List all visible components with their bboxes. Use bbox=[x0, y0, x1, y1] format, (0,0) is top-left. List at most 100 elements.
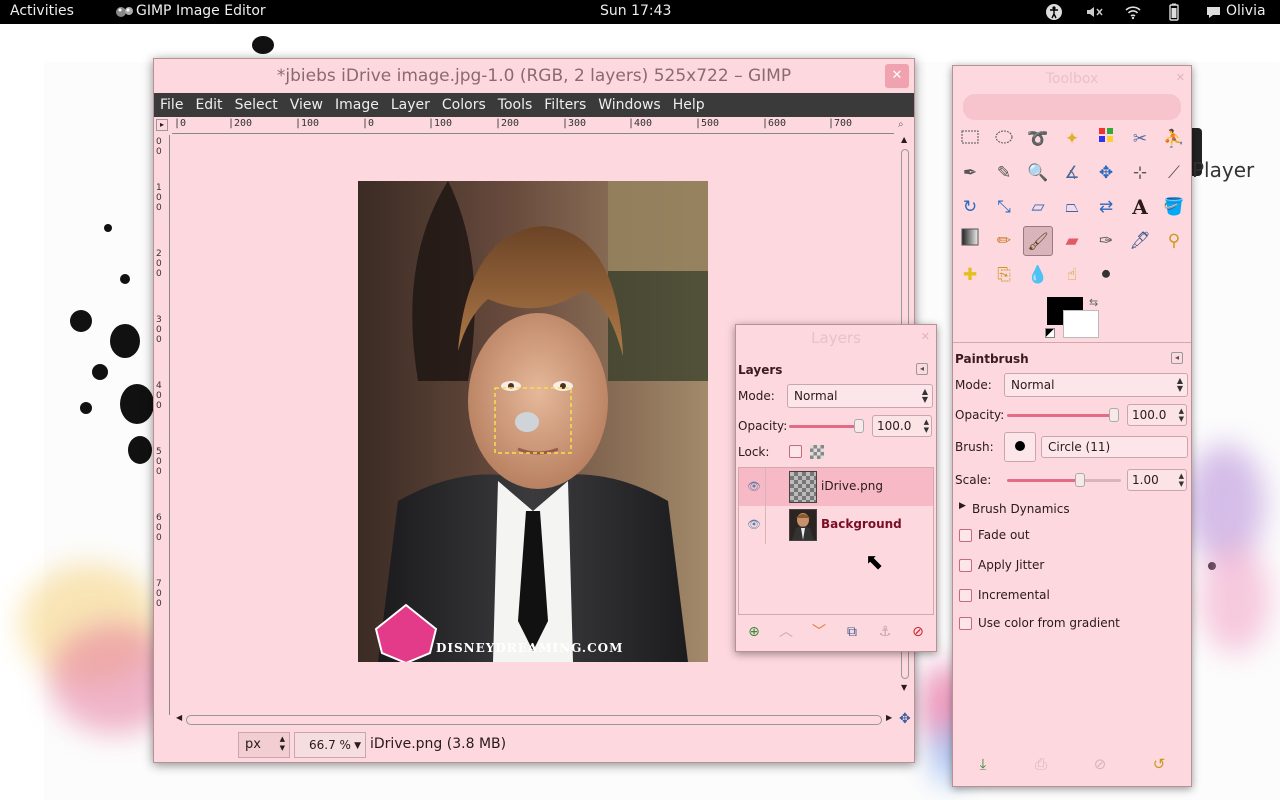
app-menu-title[interactable]: GIMP Image Editor bbox=[136, 3, 266, 19]
restore-options-icon[interactable]: ⎙ bbox=[1031, 754, 1051, 774]
incremental-label[interactable]: Incremental bbox=[978, 588, 1050, 602]
toolbox-title[interactable]: Toolbox bbox=[953, 66, 1191, 90]
gradient-color-label[interactable]: Use color from gradient bbox=[978, 616, 1120, 630]
menu-view[interactable]: View bbox=[284, 93, 329, 117]
clone-icon[interactable]: ⚲ bbox=[1159, 226, 1189, 256]
menu-help[interactable]: Help bbox=[667, 93, 711, 117]
menu-filters[interactable]: Filters bbox=[538, 93, 592, 117]
flip-icon[interactable]: ⇄ bbox=[1091, 192, 1121, 222]
horizontal-scrollbar[interactable]: ◀ ▶ bbox=[174, 713, 894, 725]
layers-dock[interactable]: Layers ✕ Layers ◂ Mode: Normal ▲ ▼ Opacity… bbox=[735, 324, 937, 652]
ellipse-select-icon[interactable] bbox=[989, 124, 1019, 154]
scissors-icon[interactable]: ✂ bbox=[1125, 124, 1155, 154]
brush-preview[interactable] bbox=[1004, 432, 1036, 462]
panel-menu-icon[interactable]: ◂ bbox=[916, 363, 928, 375]
scale-slider[interactable] bbox=[1007, 479, 1081, 482]
raise-layer-icon[interactable]: ︿ bbox=[776, 622, 796, 642]
layer-mode-combo[interactable]: Normal ▲ ▼ bbox=[787, 384, 933, 408]
menu-colors[interactable]: Colors bbox=[436, 93, 492, 117]
move-icon[interactable]: ✥ bbox=[1091, 158, 1121, 188]
fade-out-label[interactable]: Fade out bbox=[978, 528, 1030, 542]
scale-slider-knob[interactable] bbox=[1075, 473, 1085, 487]
measure-icon[interactable]: ∡ bbox=[1057, 158, 1087, 188]
horizontal-ruler[interactable]: |0 |200 |100 |0 |100 |200 |300 |400 |500… bbox=[172, 118, 894, 134]
heal-icon[interactable]: ✚ bbox=[955, 260, 985, 290]
zoom-selector[interactable]: 66.7 % ▼ bbox=[294, 732, 366, 758]
perspective-clone-icon[interactable]: ⎘ bbox=[989, 260, 1019, 290]
brush-opacity-slider[interactable] bbox=[1007, 414, 1115, 417]
opacity-slider[interactable] bbox=[789, 425, 863, 428]
paths-icon[interactable]: ✒ bbox=[955, 158, 985, 188]
brush-opacity-knob[interactable] bbox=[1109, 408, 1119, 422]
menu-layer[interactable]: Layer bbox=[385, 93, 436, 117]
scale-spin[interactable]: 1.00 ▲ ▼ bbox=[1127, 469, 1187, 491]
fuzzy-select-icon[interactable]: ✦ bbox=[1057, 124, 1087, 154]
pencil-icon[interactable]: ✏ bbox=[989, 226, 1019, 256]
swap-colors-icon[interactable]: ⇆ bbox=[1089, 296, 1098, 309]
close-icon[interactable]: ✕ bbox=[885, 64, 909, 88]
incremental-checkbox[interactable] bbox=[959, 589, 972, 602]
menu-file[interactable]: File bbox=[154, 93, 189, 117]
save-options-icon[interactable]: ⤓ bbox=[973, 754, 993, 774]
brush-name-field[interactable]: Circle (11) bbox=[1041, 436, 1188, 458]
text-icon[interactable]: A bbox=[1125, 192, 1155, 222]
volume-muted-icon[interactable] bbox=[1084, 2, 1104, 22]
opacity-spin[interactable]: 100.0 ▲ ▼ bbox=[872, 415, 932, 437]
menu-select[interactable]: Select bbox=[229, 93, 284, 117]
close-icon[interactable]: ✕ bbox=[921, 330, 930, 343]
activities-button[interactable]: Activities bbox=[10, 3, 74, 19]
scale-icon[interactable]: ⤡ bbox=[989, 192, 1019, 222]
fade-out-checkbox[interactable] bbox=[959, 529, 972, 542]
new-layer-icon[interactable]: ⊕ bbox=[744, 622, 764, 642]
user-menu[interactable]: Olivia bbox=[1226, 3, 1266, 19]
layers-dock-title[interactable]: Layers bbox=[736, 325, 936, 349]
anchor-layer-icon[interactable]: ⚓ bbox=[875, 622, 895, 642]
blend-icon[interactable] bbox=[955, 226, 985, 256]
rotate-icon[interactable]: ↻ bbox=[955, 192, 985, 222]
gradient-color-checkbox[interactable] bbox=[959, 617, 972, 630]
lock-pixels-checkbox[interactable] bbox=[789, 445, 802, 458]
expander-arrow-icon[interactable]: ▶ bbox=[959, 501, 966, 511]
apply-jitter-label[interactable]: Apply Jitter bbox=[978, 558, 1044, 572]
lock-alpha-icon[interactable] bbox=[810, 445, 824, 459]
default-colors-icon[interactable] bbox=[1045, 328, 1055, 338]
layer-name[interactable]: Background bbox=[821, 517, 902, 531]
accessibility-icon[interactable] bbox=[1044, 2, 1064, 22]
layer-row-idrive[interactable]: 👁 iDrive.png bbox=[739, 468, 933, 506]
foreground-select-icon[interactable]: ⛹ bbox=[1159, 124, 1189, 154]
lower-layer-icon[interactable]: ﹀ bbox=[809, 622, 829, 642]
align-icon[interactable]: ⊹ bbox=[1125, 158, 1155, 188]
unit-selector[interactable]: px ▲ ▼ bbox=[238, 732, 290, 758]
clock[interactable]: Sun 17:43 bbox=[600, 3, 671, 19]
battery-icon[interactable] bbox=[1164, 2, 1184, 22]
dodge-burn-icon[interactable]: ⚫ bbox=[1091, 260, 1121, 290]
quick-mask-toggle[interactable]: ▸ bbox=[156, 119, 168, 131]
bucket-fill-icon[interactable]: 🪣 bbox=[1159, 192, 1189, 222]
menu-tools[interactable]: Tools bbox=[492, 93, 539, 117]
blur-icon[interactable]: 💧 bbox=[1023, 260, 1053, 290]
wifi-icon[interactable] bbox=[1123, 2, 1143, 22]
menu-image[interactable]: Image bbox=[329, 93, 385, 117]
toolbox-window[interactable]: Toolbox ✕ ➰ ✦ ✂ ⛹ ✒ ✎ 🔍 ∡ ✥ ⊹ ⟋ ↻ ⤡ ▱ ⏢ … bbox=[952, 65, 1192, 787]
color-select-icon[interactable] bbox=[1091, 124, 1121, 154]
opacity-slider-knob[interactable] bbox=[854, 419, 864, 433]
menu-edit[interactable]: Edit bbox=[189, 93, 228, 117]
close-icon[interactable]: ✕ bbox=[1176, 71, 1185, 84]
photo-portrait[interactable]: DISNEYDREAMING.COM bbox=[358, 181, 708, 662]
layer-row-background[interactable]: 👁 Background bbox=[739, 506, 933, 544]
reset-options-icon[interactable]: ↺ bbox=[1149, 754, 1169, 774]
navigate-icon[interactable]: ✥ bbox=[899, 711, 911, 727]
color-picker-icon[interactable]: ✎ bbox=[989, 158, 1019, 188]
vertical-ruler[interactable]: 0 0 1 0 0 2 0 0 3 0 0 4 0 0 5 0 0 6 0 0 … bbox=[154, 135, 170, 715]
menu-windows[interactable]: Windows bbox=[592, 93, 667, 117]
zoom-navigate-icon[interactable]: ⌕ bbox=[898, 119, 910, 131]
background-color-swatch[interactable] bbox=[1063, 310, 1099, 338]
free-select-icon[interactable]: ➰ bbox=[1023, 124, 1053, 154]
apply-jitter-checkbox[interactable] bbox=[959, 559, 972, 572]
brush-dynamics-expander[interactable]: Brush Dynamics bbox=[972, 502, 1070, 516]
duplicate-layer-icon[interactable]: ⧉ bbox=[842, 622, 862, 642]
ink-icon[interactable]: 🖋 bbox=[1125, 226, 1155, 256]
eraser-icon[interactable]: ▰ bbox=[1057, 226, 1087, 256]
brush-mode-combo[interactable]: Normal ▲ ▼ bbox=[1004, 373, 1188, 397]
layer-list[interactable]: 👁 iDrive.png 👁 Background ⬉ bbox=[738, 467, 934, 615]
